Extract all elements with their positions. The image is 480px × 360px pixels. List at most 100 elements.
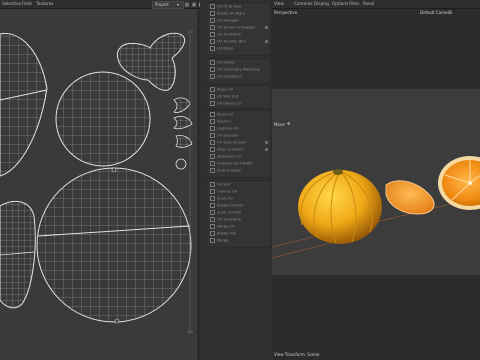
tool-item[interactable]: Unwrap UV bbox=[210, 189, 237, 194]
uv-island-hemisphere-top-left bbox=[0, 33, 48, 177]
tool-group-5: UV Sort Unwrap UV Scale UV Rotate UV-Edi… bbox=[206, 180, 271, 248]
tool-item[interactable]: UV Island Col bbox=[210, 101, 241, 106]
tool-item[interactable]: Rotate UV-Edit bbox=[210, 203, 243, 208]
tool-icon bbox=[210, 238, 215, 243]
uv-island-slice-2 bbox=[173, 116, 193, 130]
tool-icon bbox=[210, 101, 215, 106]
tool-item[interactable]: Sequence UV bbox=[210, 154, 241, 159]
tool-item[interactable]: Preserve Sort Width bbox=[210, 161, 253, 166]
tool-item[interactable]: Rotate Tile bbox=[210, 231, 236, 236]
tool-toggle[interactable] bbox=[265, 141, 268, 144]
tool-icon bbox=[210, 18, 215, 23]
tool-item[interactable]: Align to Island bbox=[210, 147, 243, 152]
tool-item[interactable]: UV Symmetry Matching bbox=[210, 67, 260, 72]
tool-item[interactable]: Relax UV bbox=[210, 112, 233, 117]
tool-item[interactable]: UV Straighten bbox=[210, 74, 242, 79]
uv-islands bbox=[0, 32, 193, 333]
menu-options[interactable]: Options bbox=[332, 1, 348, 6]
tool-icon bbox=[210, 231, 215, 236]
tool-icon bbox=[210, 203, 215, 208]
tool-icon bbox=[210, 94, 215, 99]
tool-item[interactable]: Seams I bbox=[210, 119, 231, 124]
tool-icon bbox=[210, 217, 215, 222]
uv-coord-top: 1.0 bbox=[187, 30, 193, 34]
viewport-menubar: View Cameras Display Options Filter Pane… bbox=[272, 0, 480, 9]
tool-icon bbox=[210, 182, 215, 187]
tool-icon bbox=[210, 154, 215, 159]
uv-island-slice-3 bbox=[175, 135, 193, 148]
tool-icon bbox=[210, 25, 215, 30]
tool-item[interactable]: Merge UV bbox=[210, 224, 234, 229]
menu-panel[interactable]: Panel bbox=[363, 1, 374, 6]
tool-item[interactable]: UV Terrain to Polygon bbox=[210, 25, 255, 30]
tool-icon bbox=[210, 147, 215, 152]
uv-island-dot bbox=[175, 158, 187, 170]
tool-icon bbox=[210, 60, 215, 65]
project-dropdown[interactable]: Project ▾ bbox=[152, 1, 184, 9]
tool-group-3: Relax UV UV Sort Out UV Island Col bbox=[206, 85, 271, 109]
tool-icon bbox=[210, 133, 215, 138]
tool-toggle[interactable] bbox=[265, 26, 268, 29]
menu-filter[interactable]: Filter bbox=[349, 1, 359, 6]
menu-textures[interactable]: Textures bbox=[36, 1, 54, 6]
tool-item[interactable]: Scale UV-Edit bbox=[210, 210, 241, 215]
tool-group-1: UV Fit to Area Rotate 90 Right UV Manage… bbox=[206, 2, 271, 56]
tool-icon bbox=[210, 87, 215, 92]
tool-icon bbox=[210, 126, 215, 131]
tool-icon bbox=[210, 11, 215, 16]
menu-view[interactable]: View bbox=[274, 1, 284, 6]
tool-item[interactable]: Relax UV bbox=[210, 87, 233, 92]
tool-icon bbox=[210, 119, 215, 124]
tool-toggle[interactable] bbox=[265, 148, 268, 151]
uv-island-slice-1 bbox=[173, 97, 191, 113]
uv-coord-bottom: 1.0 bbox=[187, 330, 193, 334]
tool-item[interactable]: Ungroup UV bbox=[210, 126, 239, 131]
tool-item[interactable]: Merge bbox=[210, 238, 228, 243]
tool-icon bbox=[210, 140, 215, 145]
tool-item[interactable]: Rotate 90 Right bbox=[210, 11, 245, 16]
tool-icon bbox=[210, 67, 215, 72]
tool-item[interactable]: Scale UV bbox=[210, 196, 233, 201]
tool-item[interactable]: UV Relax bbox=[210, 46, 233, 51]
tool-icon bbox=[210, 224, 215, 229]
menu-cameras[interactable]: Cameras bbox=[294, 1, 313, 6]
menu-display[interactable]: Display bbox=[314, 1, 329, 6]
tool-group-2: UV Rotate UV Symmetry Matching UV Straig… bbox=[206, 58, 271, 84]
uv-island-circle bbox=[55, 71, 151, 167]
tool-icon bbox=[210, 210, 215, 215]
tool-icon bbox=[210, 46, 215, 51]
tool-icon bbox=[210, 168, 215, 173]
viewport-scene bbox=[272, 156, 480, 259]
tool-item[interactable]: UV Strip Smooth bbox=[210, 140, 247, 145]
tool-icon bbox=[210, 112, 215, 117]
tangerine-peeled bbox=[298, 169, 382, 244]
tool-item[interactable]: UV Manager bbox=[210, 18, 239, 23]
tool-item[interactable]: UV Transfer Bits bbox=[210, 39, 246, 44]
tool-item[interactable]: UV Sort bbox=[210, 182, 231, 187]
project-dropdown-value: Project bbox=[155, 2, 169, 7]
tool-icon bbox=[210, 74, 215, 79]
tool-toggle[interactable] bbox=[265, 40, 268, 43]
tangerine-half bbox=[438, 156, 480, 210]
tool-group-4: Relax UV Seams I Ungroup UV UV Sharpen U… bbox=[206, 110, 271, 178]
chevron-down-icon: ▾ bbox=[177, 2, 180, 7]
uv-island-hemisphere-bottom bbox=[36, 167, 192, 324]
tool-item[interactable]: UV Fit to Area bbox=[210, 4, 242, 9]
tangerine-segment bbox=[385, 180, 435, 215]
menu-field[interactable]: Field bbox=[22, 1, 32, 6]
tool-icon bbox=[210, 4, 215, 9]
tool-icon bbox=[210, 189, 215, 194]
tool-item[interactable]: UV Rotate bbox=[210, 60, 235, 65]
tool-item[interactable]: Stretch Relax bbox=[210, 168, 241, 173]
tool-item[interactable]: UV Sharpen bbox=[210, 133, 238, 138]
image-icon[interactable]: ▣ bbox=[191, 2, 197, 8]
tool-item[interactable]: UV Transform bbox=[210, 217, 241, 222]
tool-icon bbox=[210, 161, 215, 166]
tool-icon bbox=[210, 32, 215, 37]
grid-icon[interactable]: ▦ bbox=[184, 2, 190, 8]
tool-item[interactable]: UV Transform bbox=[210, 32, 241, 37]
tool-item[interactable]: UV Sort Out bbox=[210, 94, 238, 99]
tool-icon bbox=[210, 39, 215, 44]
tool-icon bbox=[210, 196, 215, 201]
menu-selection[interactable]: Selection bbox=[2, 1, 21, 6]
